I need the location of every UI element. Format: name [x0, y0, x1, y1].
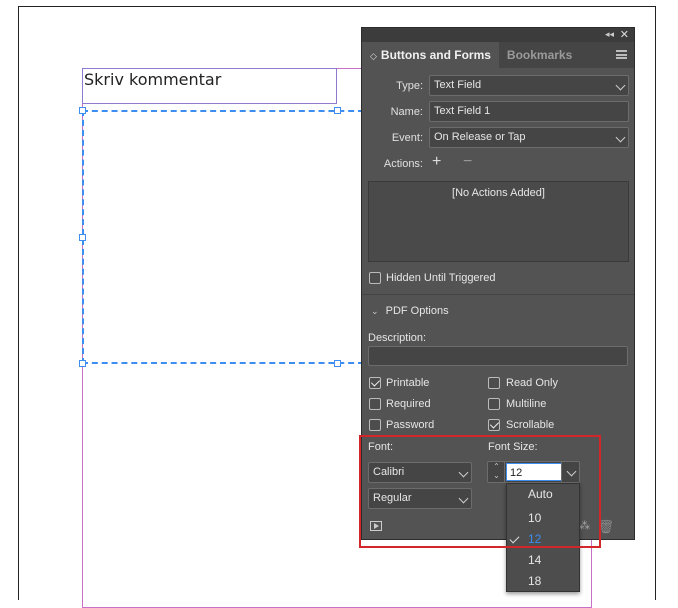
close-icon[interactable]: ✕ — [620, 28, 629, 41]
event-label: Event: — [391, 132, 423, 144]
printable-label: Printable — [386, 377, 430, 389]
actions-label: Actions: — [383, 158, 423, 170]
resize-handle[interactable] — [79, 360, 86, 367]
page-edge — [18, 6, 19, 600]
multiline-label: Multiline — [506, 398, 547, 410]
type-label: Type: — [396, 80, 423, 92]
read-only-label: Read Only — [506, 377, 558, 389]
chevron-down-icon — [615, 80, 626, 91]
printable-checkbox[interactable] — [369, 377, 381, 389]
read-only-checkbox[interactable] — [488, 377, 500, 389]
password-label: Password — [386, 419, 435, 431]
selected-form-field-frame[interactable] — [82, 110, 364, 364]
password-checkbox[interactable] — [369, 419, 381, 431]
name-label: Name: — [390, 106, 423, 118]
panel-titlebar[interactable]: ◂◂ ✕ — [362, 28, 634, 42]
resize-handle[interactable] — [79, 234, 86, 241]
resize-handle[interactable] — [334, 360, 341, 367]
divider — [362, 294, 634, 295]
chevron-down-icon — [615, 132, 626, 143]
tab-arrows-icon: ◇ — [370, 51, 377, 61]
add-action-icon[interactable]: + — [432, 153, 441, 171]
resize-handle[interactable] — [334, 107, 341, 114]
annotation-highlight-box — [359, 435, 601, 548]
font-size-option-18[interactable]: 18 — [507, 571, 579, 592]
panel-tabs: ◇ Buttons and Forms Bookmarks — [362, 42, 634, 68]
pdf-options-toggle[interactable]: ⌄ PDF Options — [371, 305, 449, 317]
actions-empty-text: [No Actions Added] — [452, 187, 545, 199]
comment-text-frame[interactable]: Skriv kommentar — [82, 68, 337, 104]
chevron-down-icon: ⌄ — [371, 306, 379, 316]
description-input[interactable] — [368, 346, 628, 366]
panel-menu-icon[interactable] — [616, 50, 627, 59]
frame-text: Skriv kommentar — [84, 70, 222, 89]
page-edge — [655, 6, 656, 600]
name-input[interactable]: Text Field 1 — [429, 101, 629, 122]
scrollable-checkbox[interactable] — [488, 419, 500, 431]
font-size-option-14[interactable]: 14 — [507, 550, 579, 571]
required-label: Required — [386, 398, 431, 410]
hidden-until-triggered-label: Hidden Until Triggered — [386, 272, 496, 284]
page-edge — [18, 6, 656, 7]
description-label: Description: — [368, 332, 427, 344]
type-dropdown[interactable]: Text Field — [429, 75, 629, 96]
tab-buttons-and-forms[interactable]: ◇ Buttons and Forms — [362, 42, 499, 68]
resize-handle[interactable] — [79, 107, 86, 114]
remove-action-icon[interactable]: − — [463, 153, 472, 171]
multiline-checkbox[interactable] — [488, 398, 500, 410]
collapse-panel-icon[interactable]: ◂◂ — [605, 29, 614, 40]
actions-list[interactable]: [No Actions Added] — [368, 181, 629, 262]
hidden-until-triggered-checkbox[interactable] — [369, 272, 381, 284]
required-checkbox[interactable] — [369, 398, 381, 410]
tab-bookmarks[interactable]: Bookmarks — [499, 42, 580, 68]
event-dropdown[interactable]: On Release or Tap — [429, 127, 629, 148]
scrollable-label: Scrollable — [506, 419, 555, 431]
